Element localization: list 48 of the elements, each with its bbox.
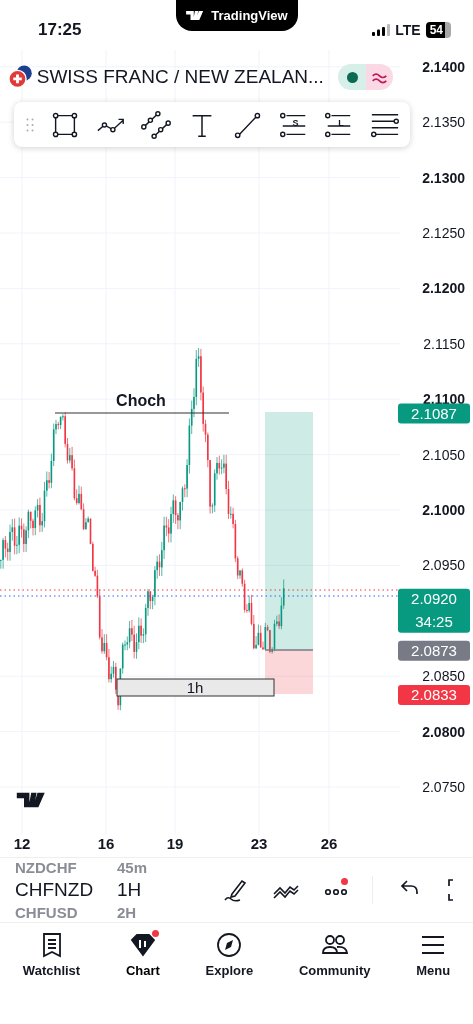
price-axis-label: 2.1300: [422, 169, 465, 186]
network-label: LTE: [395, 22, 421, 38]
price-badge: 2.0873: [398, 640, 470, 661]
price-badge: 2.1087: [398, 403, 470, 424]
price-axis-label: 2.1200: [422, 280, 465, 297]
time-axis-label: 16: [97, 835, 115, 852]
price-badge: 2.0833: [398, 685, 470, 706]
price-axis-label: 2.0850: [422, 668, 465, 685]
drag-handle-icon[interactable]: [26, 117, 34, 132]
channel-tool-icon[interactable]: [141, 109, 172, 140]
range-box-label: 1h: [186, 679, 204, 696]
logo-icon: [16, 792, 45, 808]
signal-icon: [372, 24, 391, 36]
price-axis-label: 2.1250: [422, 225, 465, 241]
battery-level: 54: [425, 22, 445, 38]
price-axis-label: 2.1000: [422, 502, 465, 518]
nav-tab[interactable]: Chart: [121, 929, 164, 980]
nav-tab[interactable]: Community: [294, 929, 375, 980]
symbol-option[interactable]: CHFNZD: [15, 877, 117, 903]
price-axis-label: 2.0750: [422, 779, 465, 795]
symbol-title[interactable]: SWISS FRANC / NEW ZEALAN...: [36, 66, 324, 88]
app-pill: TradingView: [176, 0, 298, 31]
price-badge: 2.0920 34:25: [398, 588, 470, 633]
flag-icon: [8, 64, 33, 90]
price-axis-label: 2.1350: [422, 114, 465, 131]
time-axis-label: 26: [320, 835, 338, 852]
interval-option[interactable]: 1H: [117, 877, 207, 903]
chart-icon: [128, 931, 157, 959]
nav-tab[interactable]: Explore: [201, 929, 258, 980]
time-axis-label: 12: [13, 835, 31, 852]
loss-zone[interactable]: [265, 650, 313, 694]
compass-icon: [215, 931, 244, 959]
price-axis-label: 2.0800: [422, 723, 465, 740]
battery-tip: [445, 22, 451, 38]
price-axis-label: 2.1050: [422, 446, 465, 463]
choch-label: Choch: [116, 392, 166, 409]
wave-icon: [371, 70, 389, 84]
time-axis-label: 23: [250, 835, 268, 852]
nav-tab[interactable]: Watchlist: [18, 929, 85, 980]
range-box[interactable]: [116, 678, 275, 697]
status-time: 17:25: [38, 19, 82, 40]
nav-tab[interactable]: Menu: [412, 929, 455, 980]
price-axis-label: 2.0950: [422, 557, 465, 574]
entry-line[interactable]: [264, 649, 314, 651]
price-axis-label: 2.1400: [422, 58, 465, 75]
market-status-pill[interactable]: [337, 64, 393, 90]
time-axis-label: 19: [166, 835, 184, 852]
price-axis-label: 2.1150: [423, 335, 465, 352]
